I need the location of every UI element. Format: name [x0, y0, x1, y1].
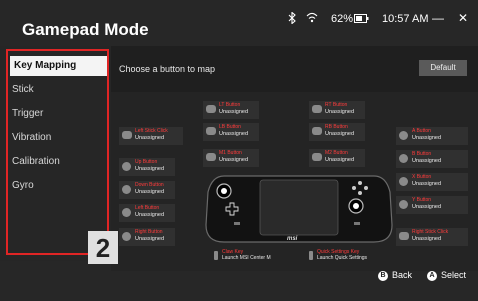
m2-icon [312, 153, 322, 161]
rt-button-map[interactable]: RT Button Unassigned [309, 101, 365, 119]
close-button[interactable]: ✕ [458, 11, 468, 25]
a-button-glyph-icon: A [427, 270, 437, 281]
quick-settings-key-map[interactable]: Quick Settings Key Launch Quick Settings [309, 249, 367, 261]
title-bar: Gamepad Mode 62% 10:57 AM — ✕ [0, 0, 478, 46]
b-button-glyph-icon: B [378, 270, 388, 281]
down-button-map[interactable]: Down Button Unassigned [119, 181, 175, 199]
default-button[interactable]: Default [419, 60, 467, 76]
select-button[interactable]: A Select [427, 270, 466, 281]
rb-button-map[interactable]: RB Button Unassigned [309, 123, 365, 141]
rb-icon [312, 127, 322, 135]
m2-button-map[interactable]: M2 Button Unassigned [309, 149, 365, 167]
sidebar-item-vibration[interactable]: Vibration [8, 128, 108, 148]
y-button-icon [399, 200, 408, 209]
dpad-up-icon [122, 162, 131, 171]
right-stick-click-map[interactable]: Right Stick Click Unassigned [396, 228, 468, 246]
dpad-right-icon [122, 232, 131, 241]
battery-percent: 62% [331, 13, 354, 25]
m1-icon [206, 153, 216, 161]
back-button[interactable]: B Back [378, 270, 412, 281]
footer: B Back A Select [0, 270, 478, 301]
sidebar-item-stick[interactable]: Stick [8, 80, 108, 100]
left-stick-icon [122, 131, 132, 139]
b-button-icon [399, 154, 408, 163]
sidebar-item-trigger[interactable]: Trigger [8, 104, 108, 124]
rt-icon [312, 105, 322, 113]
battery-icon [354, 14, 369, 26]
quick-settings-key-icon [309, 251, 313, 260]
device-brand-logo: msi [287, 236, 298, 242]
minimize-button[interactable]: — [432, 11, 444, 25]
sidebar: Key Mapping Stick Trigger Vibration Cali… [0, 46, 111, 261]
lb-icon [206, 127, 216, 135]
right-stick-icon [399, 232, 409, 240]
dpad-down-icon [122, 185, 131, 194]
m1-button-map[interactable]: M1 Button Unassigned [203, 149, 259, 167]
app-title: Gamepad Mode [22, 20, 149, 39]
y-button-map[interactable]: Y Button Unassigned [396, 196, 468, 214]
x-button-icon [399, 177, 408, 186]
lt-icon [206, 105, 216, 113]
a-button-icon [399, 131, 408, 140]
lt-button-map[interactable]: LT Button Unassigned [203, 101, 259, 119]
left-button-map[interactable]: Left Button Unassigned [119, 204, 175, 222]
b-button-map[interactable]: B Button Unassigned [396, 150, 468, 168]
claw-key-icon [214, 251, 218, 260]
handheld-device-illustration [204, 170, 394, 245]
clock: 10:57 AM [382, 13, 429, 25]
step-number-badge: 2 [88, 231, 118, 264]
sidebar-item-gyro[interactable]: Gyro [8, 176, 108, 196]
sidebar-item-key-mapping[interactable]: Key Mapping [10, 56, 108, 76]
right-button-map[interactable]: Right Button Unassigned [119, 228, 175, 246]
sidebar-item-calibration[interactable]: Calibration [8, 152, 108, 172]
wifi-icon [306, 12, 318, 26]
left-stick-click-map[interactable]: Left Stick Click Unassigned [119, 127, 183, 145]
lb-button-map[interactable]: LB Button Unassigned [203, 123, 259, 141]
instruction-text: Choose a button to map [119, 64, 216, 74]
bluetooth-icon [288, 11, 296, 27]
dpad-left-icon [122, 208, 131, 217]
up-button-map[interactable]: Up Button Unassigned [119, 158, 175, 176]
x-button-map[interactable]: X Button Unassigned [396, 173, 468, 191]
claw-key-map[interactable]: Claw Key Launch MSI Center M [214, 249, 271, 261]
a-button-map[interactable]: A Button Unassigned [396, 127, 468, 145]
